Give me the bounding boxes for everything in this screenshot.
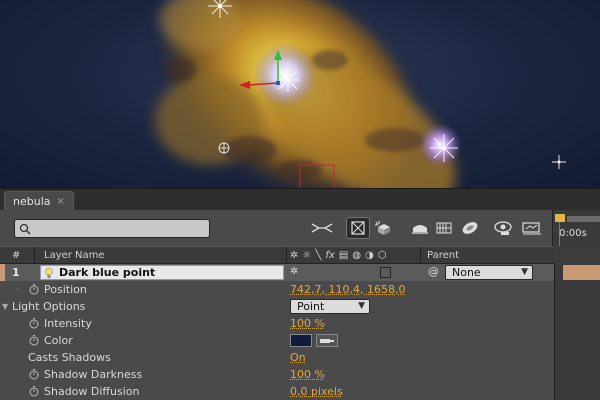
layer-name: Dark blue point [59,266,156,279]
light-bulb-icon [45,267,53,278]
property-row-shadow-diffusion[interactable]: Shadow Diffusion 0,0 pixels [0,383,554,400]
brainstorm-icon [462,222,478,234]
column-parent[interactable]: Parent [427,250,459,261]
property-label: Position [44,283,87,296]
tab-label: nebula [13,195,51,208]
light-type-dropdown[interactable]: Point ▼ [290,299,370,314]
property-label: Shadow Diffusion [44,385,140,398]
stopwatch-icon[interactable] [28,283,40,295]
chevron-down-icon: ▼ [358,301,365,311]
intensity-value[interactable]: 100 % [290,317,325,330]
draft-3d-button[interactable] [346,217,370,239]
graph-editor-button[interactable] [492,217,516,239]
property-label: Casts Shadows [28,351,111,364]
flowchart-icon [522,222,541,235]
stopwatch-icon[interactable] [28,317,40,329]
close-icon[interactable]: × [57,196,65,207]
quality-switch-icon[interactable]: ╲ [315,250,321,261]
timeline-track-area[interactable] [554,264,600,400]
collapse-switch-icon[interactable]: ☼ [302,250,311,261]
brainstorm-button[interactable] [458,217,482,239]
composition-mini-flowchart-button[interactable] [310,217,334,239]
shy-switch-icon[interactable]: ✲ [290,250,298,261]
shy-layers-button[interactable] [372,217,396,239]
layer-duration-bar[interactable] [563,265,600,280]
search-input[interactable] [35,221,205,236]
label-color-chip[interactable] [0,264,5,281]
tab-nebula[interactable]: nebula × [4,191,74,211]
shy-icon [375,221,390,235]
layer-column-headers: # Layer Name ✲ ☼ ╲ fx ▤ ◍ ◑ ⬡ Parent [0,246,554,265]
property-row-intensity[interactable]: Intensity 100 % [0,315,554,332]
frame-blend-switch-icon[interactable]: ▤ [339,250,348,261]
stopwatch-icon[interactable] [28,368,40,380]
column-number[interactable]: # [12,250,20,261]
shy-toggle-icon[interactable]: ✲ [290,266,298,277]
position-value[interactable]: 742,7, 110,4, 1658,0 [290,283,405,296]
frame-blending-button[interactable] [408,217,432,239]
effects-switch-icon[interactable]: fx [325,250,334,261]
motion-blur-switch-icon[interactable]: ◍ [352,250,361,261]
current-time-indicator[interactable] [555,214,565,222]
work-area-bar[interactable] [567,216,600,222]
layer-row[interactable]: 1 Dark blue point ✲ @ None ▼ [0,264,554,281]
group-label: Light Options [12,300,86,313]
pick-whip-icon[interactable]: @ [428,265,439,278]
eyedropper-icon [320,338,334,343]
timeline-toolbar [0,210,552,246]
chevron-down-icon: ▼ [521,267,528,277]
property-label: Shadow Darkness [44,368,143,381]
switches-header: ✲ ☼ ╲ fx ▤ ◍ ◑ ⬡ [290,250,387,261]
property-row-position[interactable]: · Position 742,7, 110,4, 1658,0 [0,281,554,298]
nebula-render [155,0,566,188]
stopwatch-icon[interactable] [28,334,40,346]
casts-shadows-value[interactable]: On [290,351,306,364]
property-row-casts-shadows[interactable]: Casts Shadows On [0,349,554,366]
motion-blur-icon [436,222,452,234]
property-row-color[interactable]: Color [0,332,554,349]
layer-number: 1 [12,266,20,279]
light-position-icon[interactable] [218,142,230,154]
mini-flowchart-icon [311,223,333,233]
comp-flowchart-button[interactable] [520,217,544,239]
graph-editor-icon [494,221,512,235]
eyedropper-button[interactable] [316,334,338,347]
property-label: Color [44,334,73,347]
property-group-light-options[interactable]: ▼ Light Options Point ▼ [0,298,554,315]
property-label: Intensity [44,317,92,330]
parent-dropdown[interactable]: None ▼ [445,265,533,280]
layer-name-field[interactable]: Dark blue point [40,265,284,280]
stopwatch-icon[interactable] [28,385,40,397]
panel-tab-bar: nebula × [0,188,600,211]
frame-blending-icon [412,225,428,234]
twirl-spacer: · [16,285,19,294]
parent-value: None [452,266,481,279]
composition-viewer[interactable] [0,0,600,188]
property-row-shadow-darkness[interactable]: Shadow Darkness 100 % [0,366,554,383]
column-layer-name[interactable]: Layer Name [44,250,105,261]
3d-switch-icon[interactable]: ⬡ [378,250,387,261]
search-icon [19,223,31,235]
light-type-value: Point [297,300,325,313]
shadow-darkness-value[interactable]: 100 % [290,368,325,381]
color-swatch[interactable] [290,334,312,347]
shadow-diffusion-value[interactable]: 0,0 pixels [290,385,343,398]
3d-layer-checkbox[interactable] [380,267,391,278]
draft-3d-icon [351,221,365,235]
time-label: 0:00s [559,228,587,239]
twirl-down-icon[interactable]: ▼ [2,302,8,311]
time-ruler[interactable]: 0:00s [552,210,600,246]
adjustment-switch-icon[interactable]: ◑ [365,250,374,261]
search-box[interactable] [14,219,210,238]
motion-blur-button[interactable] [432,217,456,239]
